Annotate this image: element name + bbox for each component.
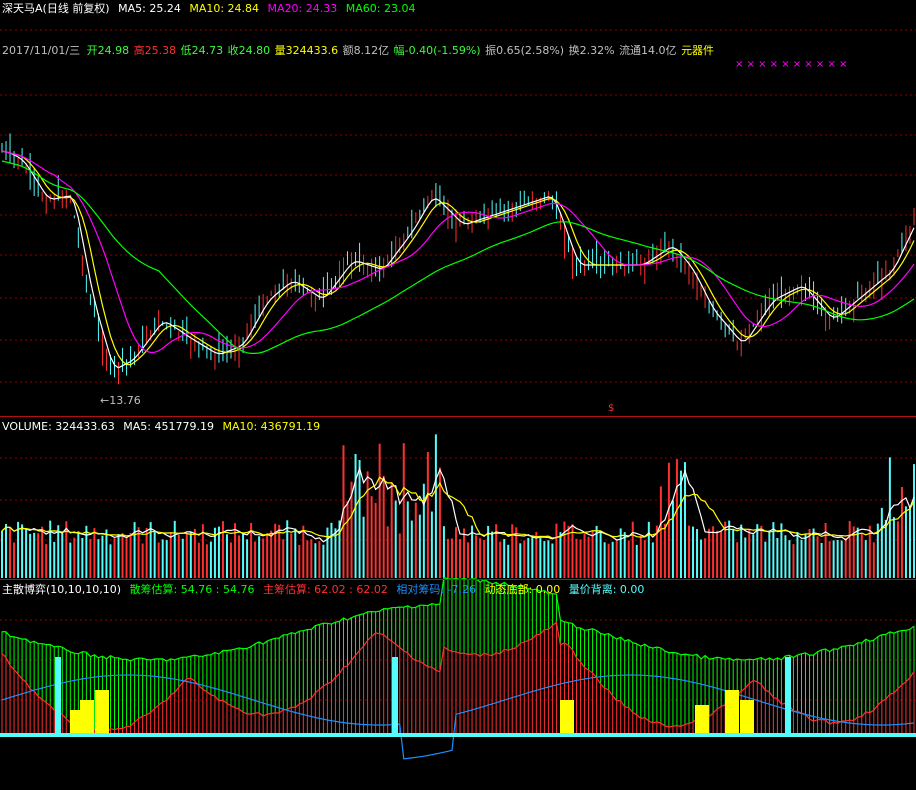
ma10-line: [1, 150, 915, 366]
volume-label[interactable]: VOLUME: 324433.63: [2, 420, 115, 433]
volume-price-divergence: 量价背离: 0.00: [568, 583, 645, 596]
volume-header: VOLUME: 324433.63 MA5: 451779.19 MA10: 4…: [2, 420, 325, 434]
volume-ma5-label: MA5: 451779.19: [123, 420, 214, 433]
price-volume-divider: [0, 416, 916, 417]
ma60-line: [1, 160, 915, 354]
ma5-label: MA5: 25.24: [118, 2, 181, 15]
low-arrow-label: ←13.76: [100, 394, 146, 408]
header-line: 深天马A(日线 前复权) MA5: 25.24 MA10: 24.84 MA20…: [2, 2, 420, 16]
cyan-spike: [392, 657, 398, 735]
yellow-area: [725, 690, 739, 733]
indicator-header: 主散博弈(10,10,10,10) 散筹估算: 54.76 : 54.76 主筹…: [2, 583, 649, 597]
yellow-area: [695, 705, 709, 733]
info-float: 流通14.0亿: [619, 44, 677, 57]
ma5-line: [1, 150, 915, 369]
price-grid: [0, 29, 916, 701]
ma20-line: [1, 150, 915, 354]
indicator-plot: [0, 576, 916, 760]
info-amplitude: 振0.65(2.58%): [485, 44, 565, 57]
volume-ma-lines: [1, 466, 915, 543]
volume-indicator-divider: [0, 579, 916, 580]
info-volume: 量324433.6: [274, 44, 339, 57]
retail-estimate: 散筹估算: 54.76 : 54.76: [129, 583, 255, 596]
info-close: 收24.80: [227, 44, 271, 57]
yellow-area: [80, 700, 94, 733]
volume-bars: [1, 434, 915, 578]
info-change: 幅-0.40(-1.59%): [393, 44, 481, 57]
ma20-label: MA20: 24.33: [267, 2, 338, 15]
signal-marks: × × × × × × × × × ×: [735, 59, 848, 70]
cyan-spike: [55, 657, 61, 735]
cyan-spike: [785, 657, 791, 735]
dollar-marker: $: [608, 403, 615, 414]
info-open: 开24.98: [86, 44, 130, 57]
stock-title[interactable]: 深天马A(日线 前复权): [2, 2, 110, 15]
low-label: 13.76: [109, 394, 141, 407]
info-amount: 额8.12亿: [342, 44, 390, 57]
main-estimate: 主筹估算: 62.02 : 62.02: [262, 583, 388, 596]
yellow-area: [740, 700, 754, 733]
ma60-label: MA60: 23.04: [345, 2, 416, 15]
dynamic-bottom: 动态底部: 0.00: [484, 583, 561, 596]
relative-chips: 相对筹码: -7.26: [396, 583, 477, 596]
price-candles: [1, 133, 915, 385]
info-sector: 元器件: [681, 44, 715, 57]
info-low: 低24.73: [180, 44, 224, 57]
info-high: 高25.38: [133, 44, 177, 57]
ma-lines: [1, 150, 915, 369]
baseline-bar: [0, 733, 916, 737]
info-date: 2017/11/01/三: [2, 44, 81, 57]
yellow-area: [560, 700, 574, 733]
arrow-left-icon: ←: [100, 394, 110, 407]
yellow-area: [95, 690, 109, 733]
indicator-name[interactable]: 主散博弈(10,10,10,10): [2, 583, 121, 596]
info-bar: 2017/11/01/三 开24.98 高25.38 低24.73 收24.80…: [2, 44, 719, 58]
ma10-label: MA10: 24.84: [189, 2, 260, 15]
volume-ma10-label: MA10: 436791.19: [222, 420, 321, 433]
info-turnover: 换2.32%: [568, 44, 615, 57]
